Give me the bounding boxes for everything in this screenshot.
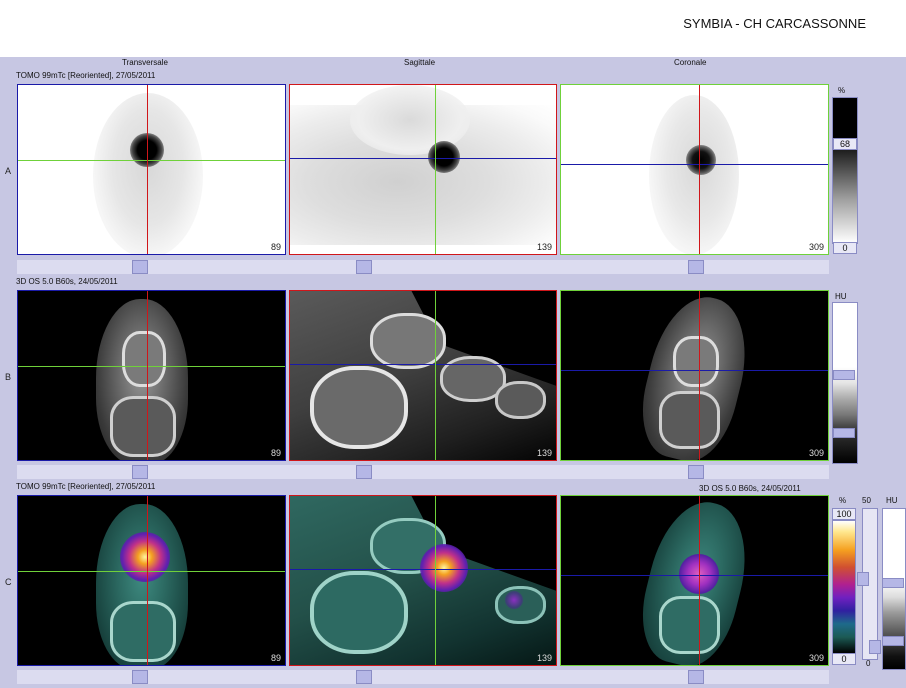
crosshair-horizontal[interactable] [290,569,556,570]
colorbar-b[interactable] [832,302,858,464]
viewport-a-sagittale[interactable]: 139 [289,84,557,255]
slice-number: 139 [536,448,552,458]
slider-handle-b-transversale[interactable] [132,465,148,479]
colorbar-c-ct-upper-handle[interactable] [882,578,904,588]
crosshair-vertical[interactable] [147,496,148,665]
viewport-a-transversale[interactable]: 89 [17,84,286,255]
scale-c-max: 100 [832,508,856,520]
row-c-label: C [5,577,12,587]
app-header: SYMBIA - CH CARCASSONNE [0,0,906,57]
slice-number: 309 [808,653,824,663]
crosshair-horizontal[interactable] [561,370,828,371]
crosshair-vertical[interactable] [147,85,148,254]
crosshair-vertical[interactable] [435,85,436,254]
slice-number: 309 [808,448,824,458]
slice-number: 89 [270,653,281,663]
slice-number: 89 [270,448,281,458]
row-b-label: B [5,372,12,382]
slice-number: 89 [270,242,281,252]
slice-number: 309 [808,242,824,252]
viewport-c-coronale[interactable]: 309 [560,495,829,666]
slider-handle-b-sagittale[interactable] [356,465,372,479]
slider-handle-b-coronale[interactable] [688,465,704,479]
crosshair-horizontal[interactable] [290,158,556,159]
scale-c-min: 0 [832,653,856,665]
slider-handle-a-coronale[interactable] [688,260,704,274]
row-b-series-label: 3D OS 5.0 B60s, 24/05/2011 [16,277,118,286]
row-c-series-label-left: TOMO 99mTc [Reoriented], 27/05/2011 [16,482,156,491]
column-header-sagittale: Sagittale [404,58,436,67]
colorbar-b-lower-handle[interactable] [833,428,855,438]
scale-c-bottom-zero: 0 [866,659,871,668]
slider-handle-a-sagittale[interactable] [356,260,372,274]
row-a-series-label: TOMO 99mTc [Reoriented], 27/05/2011 [16,71,156,80]
colorbar-c-pet[interactable] [832,520,856,654]
slider-handle-c-transversale[interactable] [132,670,148,684]
row-c-series-label-right: 3D OS 5.0 B60s, 24/05/2011 [699,484,801,493]
column-header-transversale: Transversale [122,58,168,67]
scale-c-unit2: HU [886,496,898,505]
crosshair-horizontal[interactable] [290,364,556,365]
crosshair-horizontal[interactable] [561,575,828,576]
scale-b-unit: HU [835,292,847,301]
viewport-b-coronale[interactable]: 309 [560,290,829,461]
crosshair-vertical[interactable] [435,291,436,460]
fusion-blend-handle-upper[interactable] [857,572,869,586]
crosshair-vertical[interactable] [699,496,700,665]
scale-c-mid: 50 [862,496,871,505]
viewport-c-transversale[interactable]: 89 [17,495,286,666]
crosshair-vertical[interactable] [435,496,436,665]
slider-handle-c-coronale[interactable] [688,670,704,684]
viewport-c-sagittale[interactable]: 139 [289,495,557,666]
viewport-b-transversale[interactable]: 89 [17,290,286,461]
colorbar-b-upper-handle[interactable] [833,370,855,380]
viewport-a-coronale[interactable]: 309 [560,84,829,255]
slice-number: 139 [536,653,552,663]
viewport-b-sagittale[interactable]: 139 [289,290,557,461]
scale-a-min: 0 [833,242,857,254]
column-header-coronale: Coronale [674,58,707,67]
colorbar-c-ct-lower-handle[interactable] [882,636,904,646]
scale-a-unit: % [838,86,846,95]
institution-title: SYMBIA - CH CARCASSONNE [683,16,866,31]
slider-handle-a-transversale[interactable] [132,260,148,274]
crosshair-vertical[interactable] [147,291,148,460]
scale-a-max: 68 [833,138,857,150]
crosshair-horizontal[interactable] [18,366,285,367]
crosshair-vertical[interactable] [699,85,700,254]
slice-number: 139 [536,242,552,252]
colorbar-a[interactable] [832,97,858,244]
row-a-label: A [5,166,12,176]
crosshair-vertical[interactable] [699,291,700,460]
crosshair-horizontal[interactable] [561,164,828,165]
slider-handle-c-sagittale[interactable] [356,670,372,684]
fusion-blend-handle-lower[interactable] [869,640,881,654]
crosshair-horizontal[interactable] [18,160,285,161]
crosshair-horizontal[interactable] [18,571,285,572]
scale-c-unit: % [839,496,847,505]
